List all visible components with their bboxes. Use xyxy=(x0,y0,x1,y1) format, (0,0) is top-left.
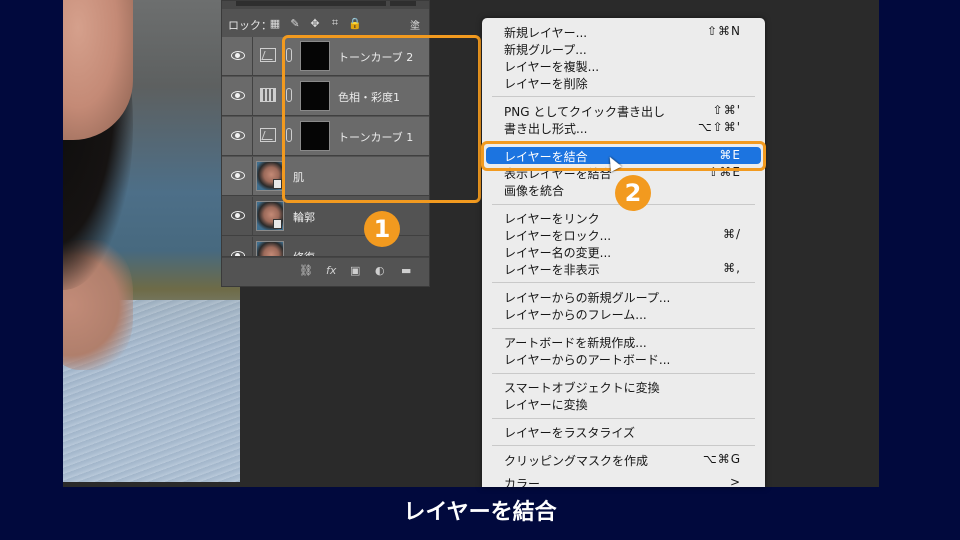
menu-item-label: 画像を統合 xyxy=(504,184,565,198)
menu-item[interactable]: レイヤーに変換 xyxy=(482,395,765,412)
lock-move-icon[interactable]: ✥ xyxy=(308,16,322,30)
menu-item[interactable]: レイヤーをラスタライズ xyxy=(482,423,765,440)
menu-item-label: レイヤーを削除 xyxy=(504,77,588,91)
menu-divider xyxy=(492,445,755,446)
divider xyxy=(252,197,253,235)
lock-transparent-icon[interactable]: ▦ xyxy=(268,16,282,30)
menu-item-shortcut: ⌥⌘G xyxy=(702,452,741,466)
menu-item-label: レイヤーからのフレーム... xyxy=(504,308,647,322)
menu-item-label: レイヤーからのアートボード... xyxy=(504,353,671,367)
menu-item[interactable]: クリッピングマスクを作成 ⌥⌘G xyxy=(482,451,765,468)
layers-panel-footer: ⛓ fx ▣ ◐ ▬ xyxy=(222,257,429,284)
folder-icon[interactable]: ▬ xyxy=(401,264,411,277)
eye-icon[interactable] xyxy=(231,170,245,180)
eye-icon[interactable] xyxy=(231,250,245,256)
submenu-arrow-icon: > xyxy=(729,475,741,487)
layer-name: 修復 xyxy=(293,249,315,256)
menu-item-shortcut: ⌘/ xyxy=(722,227,741,241)
menu-item-shortcut: ⇧⌘' xyxy=(712,103,741,117)
layer-thumbnail[interactable] xyxy=(256,241,284,256)
divider xyxy=(252,37,253,75)
menu-divider xyxy=(492,282,755,283)
step-badge-2: 2 xyxy=(615,175,651,211)
menu-item-shortcut: ⌘, xyxy=(723,261,741,275)
eye-icon[interactable] xyxy=(231,90,245,100)
menu-item[interactable]: スマートオブジェクトに変換 xyxy=(482,378,765,395)
smart-object-icon xyxy=(273,179,282,189)
divider xyxy=(252,157,253,195)
menu-divider xyxy=(492,373,755,374)
lock-label: ロック： xyxy=(228,19,272,32)
menu-item-shortcut: ⇧⌘N xyxy=(706,24,741,38)
photo-canvas[interactable] xyxy=(63,0,240,482)
eye-icon[interactable] xyxy=(231,50,245,60)
layer-thumbnail[interactable] xyxy=(256,201,284,231)
menu-item-label: クリッピングマスクを作成 xyxy=(504,454,649,468)
menu-item[interactable]: アートボードを新規作成... xyxy=(482,333,765,350)
blend-mode-field[interactable] xyxy=(236,1,386,6)
opacity-field[interactable] xyxy=(390,1,416,6)
menu-item[interactable]: 新規レイヤー... ⇧⌘N xyxy=(482,23,765,40)
menu-divider xyxy=(492,418,755,419)
layer-row[interactable]: 修復 xyxy=(222,237,429,257)
menu-item-label: カラー xyxy=(504,477,541,487)
fill-label: 塗 xyxy=(410,21,420,32)
selected-layers-highlight xyxy=(282,35,481,203)
menu-item[interactable]: レイヤーを非表示 ⌘, xyxy=(482,260,765,277)
step-badge-1: 1 xyxy=(364,211,400,247)
lock-all-icon[interactable]: 🔒 xyxy=(348,16,362,30)
menu-item[interactable]: レイヤーからの新規グループ... xyxy=(482,288,765,305)
lock-brush-icon[interactable]: ✎ xyxy=(288,16,302,30)
menu-item-label: レイヤーに変換 xyxy=(504,398,588,412)
hue-saturation-icon xyxy=(260,88,276,102)
menu-item-label: 新規グループ... xyxy=(504,43,587,57)
menu-item-label: 新規レイヤー... xyxy=(504,26,588,40)
menu-divider xyxy=(492,328,755,329)
lock-bar: ロック： ▦ ✎ ✥ ⌗ 🔒 塗 xyxy=(222,13,429,35)
menu-item[interactable]: レイヤー名の変更... xyxy=(482,243,765,260)
menu-item-label: レイヤーを複製... xyxy=(504,60,600,74)
menu-item-label: レイヤーをラスタライズ xyxy=(504,426,636,440)
menu-item-label: PNG としてクイック書き出し xyxy=(504,105,665,119)
menu-item[interactable]: 新規グループ... xyxy=(482,40,765,57)
menu-item[interactable]: レイヤーをリンク xyxy=(482,209,765,226)
menu-item-label: レイヤーをリンク xyxy=(504,212,600,226)
menu-item-shortcut: ⌥⇧⌘' xyxy=(697,120,741,134)
mask-icon[interactable]: ▣ xyxy=(350,264,360,277)
menu-divider xyxy=(492,96,755,97)
menu-item-label: 書き出し形式... xyxy=(504,122,588,136)
eye-icon[interactable] xyxy=(231,210,245,220)
layer-context-menu: 新規レイヤー... ⇧⌘N 新規グループ... レイヤーを複製... レイヤーを削… xyxy=(482,18,765,487)
menu-item-label: レイヤーを非表示 xyxy=(504,263,600,277)
menu-item[interactable]: カラー > xyxy=(482,474,765,487)
menu-item[interactable]: レイヤーからのアートボード... xyxy=(482,350,765,367)
curves-icon xyxy=(260,128,276,142)
divider xyxy=(252,117,253,155)
divider xyxy=(252,77,253,115)
menu-item[interactable]: 書き出し形式... ⌥⇧⌘' xyxy=(482,119,765,136)
menu-item[interactable]: レイヤーからのフレーム... xyxy=(482,305,765,322)
menu-item-label: レイヤーからの新規グループ... xyxy=(504,291,671,305)
link-icon[interactable]: ⛓ xyxy=(299,264,313,277)
menu-item[interactable]: レイヤーをロック... ⌘/ xyxy=(482,226,765,243)
menu-item[interactable]: レイヤーを複製... xyxy=(482,57,765,74)
menu-item-label: レイヤーをロック... xyxy=(504,229,612,243)
lock-artboard-icon[interactable]: ⌗ xyxy=(328,16,342,30)
panel-top-strip xyxy=(222,1,429,9)
divider xyxy=(252,237,253,256)
menu-item-label: スマートオブジェクトに変換 xyxy=(504,381,660,395)
eye-icon[interactable] xyxy=(231,130,245,140)
menu-item[interactable]: レイヤーを削除 xyxy=(482,74,765,91)
menu-item-label: アートボードを新規作成... xyxy=(504,336,647,350)
caption: レイヤーを結合 xyxy=(403,500,557,525)
layer-thumbnail[interactable] xyxy=(256,161,284,191)
layer-name: 輪郭 xyxy=(293,211,315,224)
curves-icon xyxy=(260,48,276,62)
fx-icon[interactable]: fx xyxy=(326,264,336,277)
smart-object-icon xyxy=(273,219,282,229)
menu-item-label: レイヤー名の変更... xyxy=(504,246,612,260)
merge-item-highlight xyxy=(481,141,766,171)
menu-item[interactable]: PNG としてクイック書き出し ⇧⌘' xyxy=(482,102,765,119)
adjustment-icon[interactable]: ◐ xyxy=(375,264,385,277)
